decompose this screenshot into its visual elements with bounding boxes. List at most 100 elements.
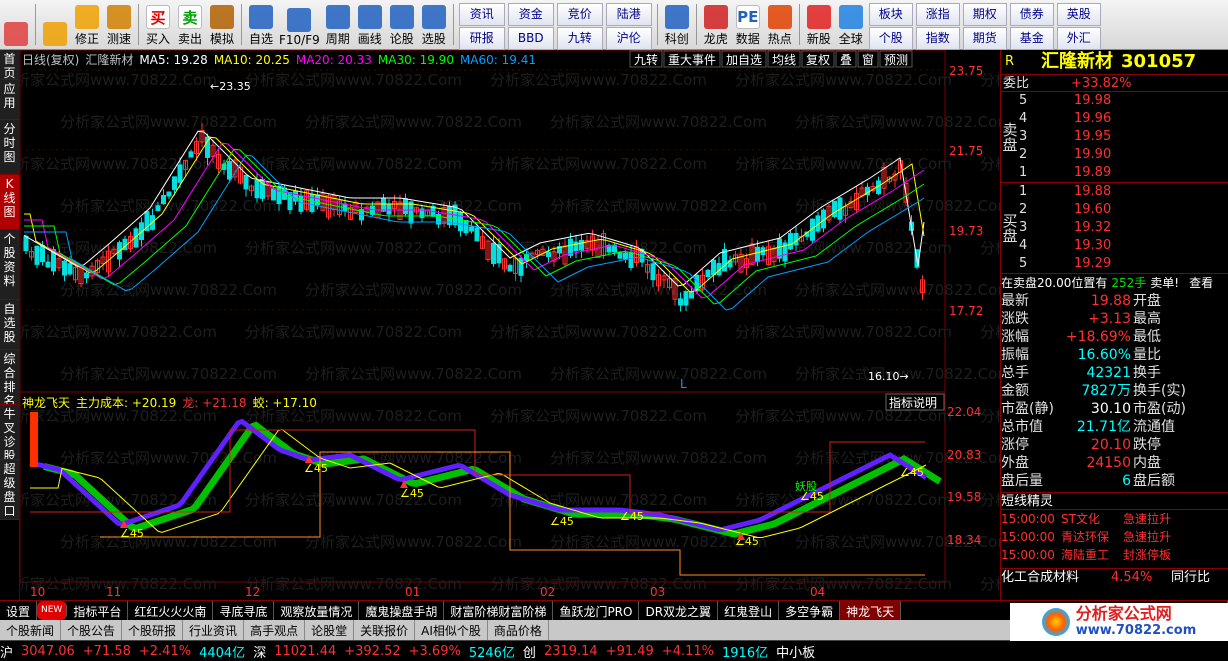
watermark-text: 分析家公式网www.70822.Com bbox=[245, 155, 462, 173]
toolbar-link[interactable]: 板块 bbox=[868, 3, 913, 26]
sidebar-item-6[interactable]: 综合排名 bbox=[0, 350, 19, 405]
jingling-event-row[interactable]: 15:00:00 海陆重工 封涨停板 bbox=[1001, 546, 1228, 564]
toolbar-button-kechuang[interactable]: 科创 bbox=[661, 0, 693, 49]
watermark-text: 分析家公式网www.70822.Com bbox=[735, 323, 952, 341]
sell-label: 卖盘 bbox=[1000, 122, 1019, 152]
index-quote: +2.41% bbox=[138, 643, 192, 659]
index-quote: 4404亿 bbox=[199, 645, 246, 661]
toolbar-link[interactable]: 债券 bbox=[1009, 3, 1054, 26]
info-tab[interactable]: 个股公告 bbox=[61, 620, 123, 640]
candle-body bbox=[573, 241, 579, 252]
sidebar-item-1[interactable]: 应用 bbox=[0, 80, 19, 120]
info-tab[interactable]: 高手观点 bbox=[244, 620, 306, 640]
sidebar-item-4[interactable]: 个股资料 bbox=[0, 230, 19, 300]
toolbar-button-sell[interactable]: 卖卖出 bbox=[174, 0, 206, 49]
buy-level-row[interactable]: 2 19.60 bbox=[1019, 201, 1111, 219]
sidebar-item-5[interactable]: 自选股 bbox=[0, 300, 19, 350]
sidebar-item-3[interactable]: K线图 bbox=[0, 175, 19, 230]
candle-body bbox=[315, 194, 320, 206]
info-tab[interactable]: 个股研报 bbox=[122, 620, 184, 640]
toolbar-button-dragon[interactable]: 龙虎 bbox=[700, 0, 732, 49]
toolbar-button-star[interactable]: 自选 bbox=[245, 0, 277, 49]
info-tab[interactable]: AI相似个股 bbox=[415, 620, 488, 640]
indicator-tab[interactable]: 寻底寻底 bbox=[213, 601, 275, 620]
buy-level-row[interactable]: 4 19.30 bbox=[1019, 237, 1111, 255]
toolbar-button-f10[interactable]: F10/F9 bbox=[277, 0, 322, 49]
toolbar-link[interactable]: 竞价 bbox=[556, 3, 603, 26]
toolbar-link[interactable]: 期权 bbox=[962, 3, 1007, 26]
toolbar-link[interactable]: 外汇 bbox=[1056, 27, 1101, 50]
toolbar-link[interactable]: 基金 bbox=[1009, 27, 1054, 50]
sidebar-item-8[interactable]: 超级盘口 bbox=[0, 460, 19, 520]
info-tab[interactable]: 商品价格 bbox=[488, 620, 549, 640]
toolbar-link[interactable]: 资讯 bbox=[458, 3, 505, 26]
buy-level-row[interactable]: 3 19.32 bbox=[1019, 219, 1111, 237]
indicator-tab[interactable]: 魔鬼操盘手胡 bbox=[359, 601, 445, 620]
toolbar-link[interactable]: 期货 bbox=[962, 27, 1007, 50]
sell-level-row[interactable]: 1 19.89 bbox=[1019, 164, 1111, 182]
buy-level-row[interactable]: 5 19.29 bbox=[1019, 255, 1111, 273]
toolbar-button-label: 卖出 bbox=[177, 32, 202, 46]
toolbar-link[interactable]: BBD bbox=[507, 27, 554, 50]
toolbar-link[interactable]: 沪伦 bbox=[605, 27, 652, 50]
order-notice[interactable]: 在卖盘20.00位置有 252手 卖单! 查看 bbox=[1001, 274, 1228, 292]
toolbar-button-cycle[interactable]: 周期 bbox=[322, 0, 354, 49]
toolbar-button-back-arrow[interactable] bbox=[39, 0, 71, 49]
stat-value: +18.69% bbox=[1065, 329, 1131, 345]
jingling-event-row[interactable]: 15:00:00 青达环保 急速拉升 bbox=[1001, 528, 1228, 546]
info-tab[interactable]: 关联报价 bbox=[354, 620, 416, 640]
candle-body bbox=[386, 204, 392, 215]
indicator-tab[interactable]: 指标平台 bbox=[67, 601, 129, 620]
indicator-axis-label: 22.04 bbox=[947, 405, 981, 419]
sell-level-row[interactable]: 2 19.90 bbox=[1019, 146, 1111, 164]
toolbar-link[interactable]: 英股 bbox=[1056, 3, 1101, 26]
toolbar-link[interactable]: 涨指 bbox=[915, 3, 960, 26]
indicator-tab[interactable]: 设置 bbox=[0, 601, 38, 620]
indicator-tab[interactable]: 神龙飞天 bbox=[840, 601, 902, 620]
stat-label: 涨幅 bbox=[1001, 329, 1029, 345]
toolbar-button-up-arrow[interactable]: 修正 bbox=[71, 0, 103, 49]
toolbar-button-clock[interactable]: 测速 bbox=[103, 0, 135, 49]
kline-chart-svg[interactable]: 分析家公式网www.70822.Com 分析家公式网www.70822.Com 分析… bbox=[0, 49, 1228, 600]
info-tab[interactable]: 论股堂 bbox=[305, 620, 355, 640]
sector-row[interactable]: 化工合成材料 4.54% 同行比 bbox=[1001, 568, 1228, 586]
indicator-tab[interactable]: DR双龙之翼 bbox=[639, 601, 719, 620]
toolbar-link[interactable]: 指数 bbox=[915, 27, 960, 50]
low-marker: L bbox=[680, 377, 687, 391]
sell-level-row[interactable]: 5 19.98 bbox=[1019, 92, 1111, 110]
toolbar-link[interactable]: 九转 bbox=[556, 27, 603, 50]
toolbar-button-select-stock[interactable]: 选股 bbox=[418, 0, 450, 49]
toolbar-button-globe[interactable]: 全球 bbox=[835, 0, 867, 49]
toolbar-button-discuss[interactable]: 论股 bbox=[386, 0, 418, 49]
toolbar-button-new-stock[interactable]: 新股 bbox=[803, 0, 835, 49]
buy-level-row[interactable]: 1 19.88 bbox=[1019, 183, 1111, 201]
info-tab[interactable]: 行业资讯 bbox=[183, 620, 245, 640]
toolbar-button-pencil[interactable]: 画线 bbox=[354, 0, 386, 49]
indicator-tab[interactable]: 鱼跃龙门PRO bbox=[553, 601, 640, 620]
indicator-tab[interactable]: 红红火火火南 bbox=[128, 601, 214, 620]
sidebar-item-7[interactable]: 牛叉诊股 bbox=[0, 405, 19, 460]
toolbar-link[interactable]: 个股 bbox=[868, 27, 913, 50]
indicator-tab[interactable]: 观察放量情况 bbox=[274, 601, 360, 620]
sell-level-row[interactable]: 3 19.95 bbox=[1019, 128, 1111, 146]
toolbar-button-windows[interactable] bbox=[0, 0, 32, 49]
sidebar-item-0[interactable]: 首页 bbox=[0, 50, 19, 80]
indicator-tab[interactable]: 红鬼登山 bbox=[718, 601, 780, 620]
toolbar-button-label: 新股 bbox=[806, 32, 831, 46]
jingling-event-row[interactable]: 15:00:00 ST文化 急速拉升 bbox=[1001, 510, 1228, 528]
indicator-tab[interactable]: 多空争霸 bbox=[779, 601, 841, 620]
toolbar-link[interactable]: 研报 bbox=[458, 27, 505, 50]
sidebar-item-2[interactable]: 分时图 bbox=[0, 120, 19, 175]
toolbar-button-buy[interactable]: 买买入 bbox=[142, 0, 174, 49]
indicator-tab[interactable]: 财富阶梯财富阶梯 bbox=[444, 601, 554, 620]
toolbar-link[interactable]: 资金 bbox=[507, 3, 554, 26]
toolbar-link[interactable]: 陆港 bbox=[605, 3, 652, 26]
toolbar-button-hammer[interactable]: 模拟 bbox=[206, 0, 238, 49]
toolbar-button-hot[interactable]: 热点 bbox=[764, 0, 796, 49]
chart-tool-label: 叠 bbox=[840, 53, 852, 67]
chart-area[interactable]: 分析家公式网www.70822.Com 分析家公式网www.70822.Com 分析… bbox=[0, 49, 1228, 600]
new-badge[interactable]: NEW bbox=[37, 601, 68, 620]
sell-level-row[interactable]: 4 19.96 bbox=[1019, 110, 1111, 128]
toolbar-button-pe[interactable]: PE 数据 bbox=[732, 0, 764, 49]
info-tab[interactable]: 个股新闻 bbox=[0, 620, 62, 640]
